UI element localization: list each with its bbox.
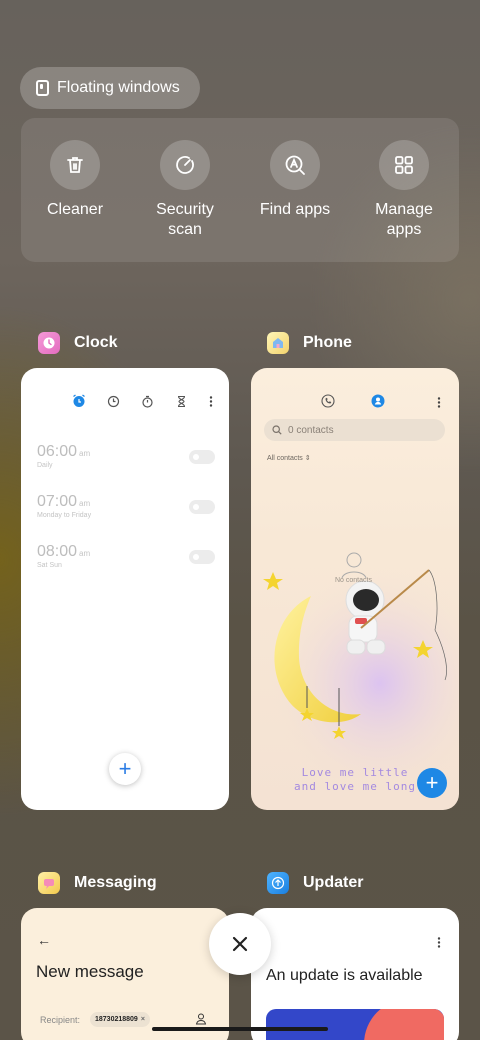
- grid-icon: [395, 156, 413, 174]
- more-options-icon[interactable]: [209, 395, 213, 408]
- contacts-search-placeholder: 0 contacts: [288, 424, 334, 436]
- clock-app-name: Clock: [74, 334, 118, 351]
- alarm-ampm: am: [79, 499, 91, 508]
- chevron-updown-icon: ⇕: [304, 455, 311, 462]
- clock-app-header[interactable]: Clock: [38, 332, 118, 354]
- update-banner-image: [266, 1009, 444, 1040]
- alarm-time: 07:00: [37, 493, 78, 510]
- add-contact-button[interactable]: +: [417, 768, 447, 798]
- contacts-search-input[interactable]: 0 contacts: [264, 419, 445, 441]
- alarm-row[interactable]: 07:00 am Monday to Friday: [37, 493, 215, 533]
- alarm-row[interactable]: 08:00 am Sat Sun: [37, 543, 215, 583]
- phone-tabs: [321, 394, 385, 408]
- alarm-time: 08:00: [37, 543, 78, 560]
- alarm-repeat: Daily: [37, 462, 53, 469]
- world-clock-tab-icon[interactable]: [107, 395, 120, 408]
- clock-app-card[interactable]: 06:00 am Daily 07:00 am Monday to Friday 0…: [21, 368, 229, 810]
- recipient-label: Recipient:: [40, 1015, 81, 1025]
- call-log-tab-icon[interactable]: [321, 394, 335, 408]
- alarm-toggle[interactable]: [189, 450, 215, 464]
- alarm-ampm: am: [79, 449, 91, 458]
- alarm-toggle[interactable]: [189, 500, 215, 514]
- updater-app-card[interactable]: An update is available: [251, 908, 459, 1040]
- stopwatch-tab-icon[interactable]: [141, 395, 154, 408]
- manage-apps-label: Manage apps: [375, 201, 433, 238]
- floating-window-icon: [36, 80, 49, 96]
- alarm-row[interactable]: 06:00 am Daily: [37, 443, 215, 483]
- find-apps-label: Find apps: [259, 201, 331, 218]
- alarm-ampm: am: [79, 549, 91, 558]
- manage-apps-button[interactable]: Manage apps: [354, 140, 454, 240]
- more-options-icon[interactable]: [437, 936, 441, 949]
- scan-icon: [176, 156, 194, 174]
- contacts-filter[interactable]: All contacts ⇕: [267, 454, 311, 462]
- updater-app-header[interactable]: Updater: [267, 872, 363, 894]
- new-message-title: New message: [36, 962, 144, 981]
- alarm-time: 06:00: [37, 443, 78, 460]
- contacts-tab-icon[interactable]: [371, 394, 385, 408]
- updater-app-icon: [267, 872, 289, 894]
- alarm-repeat: Sat Sun: [37, 562, 62, 569]
- messaging-app-name: Messaging: [74, 874, 157, 891]
- floating-windows-label: Floating windows: [57, 79, 180, 96]
- cleaner-button[interactable]: Cleaner: [25, 140, 125, 220]
- clock-tabs: [72, 394, 213, 408]
- timer-tab-icon[interactable]: [175, 395, 188, 408]
- security-scan-label: Security scan: [156, 201, 214, 238]
- close-icon: [232, 936, 248, 952]
- gesture-nav-handle[interactable]: [152, 1027, 328, 1031]
- find-apps-button[interactable]: Find apps: [245, 140, 345, 220]
- add-contact-icon[interactable]: [195, 1013, 207, 1025]
- messaging-app-card[interactable]: ← New message Recipient: 18730218809 ×: [21, 908, 229, 1040]
- recipient-chip[interactable]: 18730218809 ×: [90, 1012, 150, 1027]
- messaging-app-header[interactable]: Messaging: [38, 872, 157, 894]
- quick-actions-panel: Cleaner Security scan Find apps Manage a…: [21, 118, 459, 262]
- back-arrow-icon[interactable]: ←: [37, 932, 51, 948]
- phone-app-card[interactable]: 0 contacts All contacts ⇕ No contacts Lo…: [251, 368, 459, 810]
- updater-app-name: Updater: [303, 874, 364, 891]
- alarm-tab-icon[interactable]: [72, 394, 86, 408]
- trash-icon: [67, 157, 83, 173]
- more-options-icon[interactable]: [437, 396, 441, 409]
- search-icon: [272, 425, 282, 435]
- add-alarm-button[interactable]: +: [109, 753, 141, 785]
- find-apps-icon: [285, 155, 305, 175]
- alarm-toggle[interactable]: [189, 550, 215, 564]
- alarm-repeat: Monday to Friday: [37, 512, 92, 519]
- clock-app-icon: [38, 332, 60, 354]
- messaging-app-icon: [38, 872, 60, 894]
- update-available-title: An update is available: [266, 967, 423, 984]
- phone-app-name: Phone: [303, 334, 352, 351]
- floating-windows-button[interactable]: Floating windows: [20, 67, 200, 109]
- recipient-number: 18730218809: [95, 1016, 138, 1023]
- no-contacts-label: No contacts: [335, 577, 372, 584]
- phone-app-header[interactable]: Phone: [267, 332, 352, 354]
- security-scan-button[interactable]: Security scan: [135, 140, 235, 240]
- phone-app-icon: [267, 332, 289, 354]
- close-all-button[interactable]: [209, 913, 271, 975]
- cleaner-label: Cleaner: [46, 201, 104, 218]
- chip-close-icon[interactable]: ×: [141, 1016, 145, 1023]
